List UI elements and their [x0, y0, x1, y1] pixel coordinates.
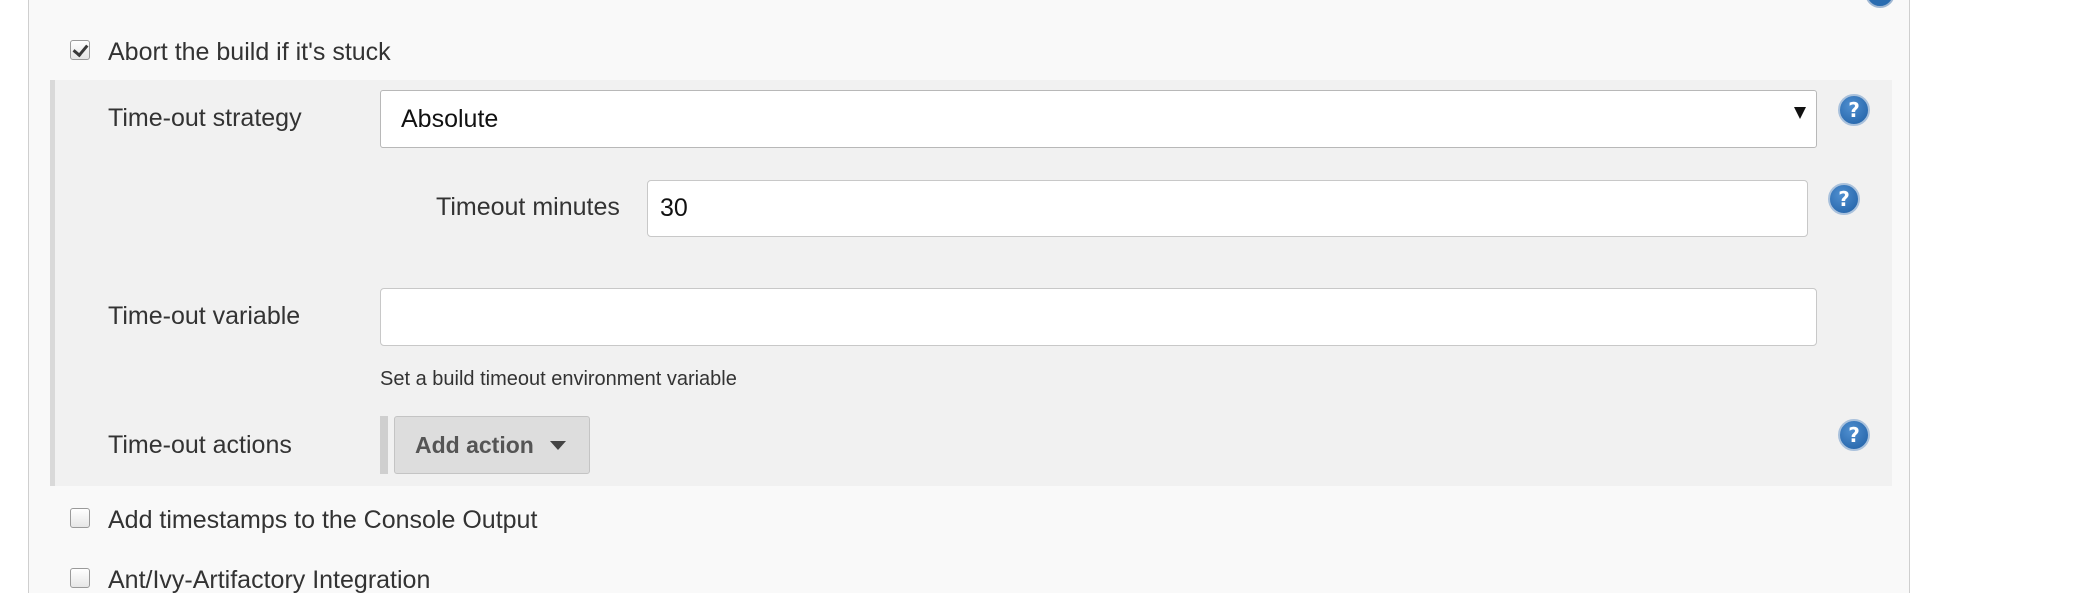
timeout-actions-label: Time-out actions [108, 431, 292, 459]
help-icon[interactable]: ? [1838, 419, 1870, 451]
timeout-strategy-select[interactable]: Absolute [380, 90, 1817, 148]
chevron-down-icon [1794, 107, 1806, 119]
ant-ivy-option[interactable]: Ant/Ivy-Artifactory Integration [70, 564, 430, 593]
timeout-minutes-label: Timeout minutes [436, 193, 620, 221]
chevron-down-icon [549, 440, 566, 450]
timeout-variable-input[interactable] [380, 288, 1817, 346]
help-icon[interactable]: ? [1828, 183, 1860, 215]
abort-stuck-label: Abort the build if it's stuck [108, 37, 391, 66]
add-timestamps-option[interactable]: Add timestamps to the Console Output [70, 504, 537, 536]
abort-stuck-option[interactable]: Abort the build if it's stuck [70, 36, 391, 68]
ant-ivy-checkbox[interactable] [70, 568, 90, 588]
timeout-minutes-input[interactable]: 30 [647, 180, 1808, 237]
timeout-strategy-value: Absolute [401, 104, 499, 133]
add-action-wrapper: Add action [380, 416, 590, 474]
build-config-page: Abort the build if it's stuck Time-out s… [0, 0, 2094, 593]
add-action-label: Add action [415, 431, 534, 458]
ant-ivy-label: Ant/Ivy-Artifactory Integration [108, 565, 431, 593]
add-timestamps-label: Add timestamps to the Console Output [108, 505, 538, 534]
add-timestamps-checkbox[interactable] [70, 508, 90, 528]
abort-stuck-checkbox[interactable] [70, 40, 90, 60]
help-icon[interactable]: ? [1838, 94, 1870, 126]
timeout-variable-hint: Set a build timeout environment variable [380, 368, 737, 390]
help-icon[interactable] [1865, 0, 1895, 8]
timeout-strategy-label: Time-out strategy [108, 104, 302, 132]
timeout-variable-label: Time-out variable [108, 302, 301, 330]
add-action-button[interactable]: Add action [394, 416, 590, 474]
timeout-minutes-value: 30 [660, 194, 688, 222]
